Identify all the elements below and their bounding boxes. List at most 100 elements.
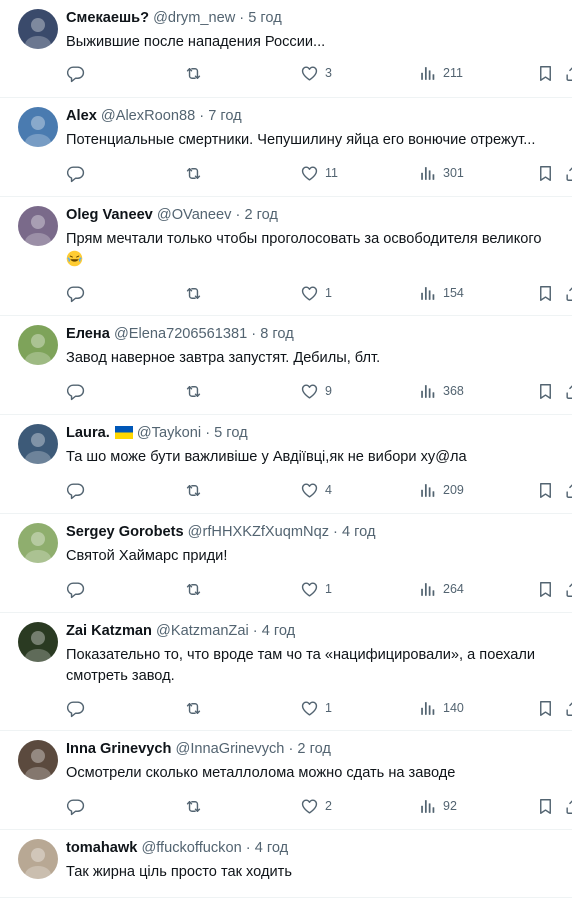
- reply-button[interactable]: [66, 380, 85, 402]
- share-button[interactable]: [564, 795, 572, 817]
- views-button[interactable]: 211: [418, 62, 463, 84]
- author-name[interactable]: Laura.: [66, 425, 110, 441]
- author-handle[interactable]: @ffuckoffuckon: [141, 840, 241, 856]
- timestamp[interactable]: 2 год: [297, 741, 330, 757]
- reply-item[interactable]: Alex @AlexRoon88 · 7 год Потенциальные см…: [0, 98, 572, 197]
- like-button[interactable]: 2: [300, 795, 332, 817]
- retweet-button[interactable]: [184, 578, 203, 600]
- like-button[interactable]: 1: [300, 697, 332, 719]
- timestamp[interactable]: 2 год: [244, 207, 277, 223]
- reply-button[interactable]: [66, 162, 85, 184]
- avatar[interactable]: [18, 622, 58, 662]
- retweet-button[interactable]: [184, 697, 203, 719]
- avatar[interactable]: [18, 206, 58, 246]
- author-handle[interactable]: @Taykoni: [137, 425, 201, 441]
- reply-item[interactable]: Смекаешь? @drym_new · 5 год Выжившие посл…: [0, 0, 572, 98]
- retweet-button[interactable]: [184, 479, 203, 501]
- share-button[interactable]: [564, 380, 572, 402]
- author-name[interactable]: tomahawk: [66, 840, 137, 856]
- author-handle[interactable]: @drym_new: [153, 10, 235, 26]
- avatar[interactable]: [18, 9, 58, 49]
- timestamp[interactable]: 5 год: [214, 425, 247, 441]
- timestamp[interactable]: 4 год: [342, 524, 375, 540]
- reply-item[interactable]: Oleg Vaneev @OVaneev · 2 год Прям мечтали…: [0, 197, 572, 316]
- reply-item[interactable]: Елена @Elena7206561381 · 8 год Завод наве…: [0, 316, 572, 415]
- author-handle[interactable]: @OVaneev: [157, 207, 232, 223]
- share-button[interactable]: [564, 282, 572, 304]
- share-button[interactable]: [564, 578, 572, 600]
- author-name[interactable]: Смекаешь?: [66, 10, 149, 26]
- author-handle[interactable]: @InnaGrinevych: [176, 741, 285, 757]
- author-name[interactable]: Inna Grinevych: [66, 741, 171, 757]
- retweet-button[interactable]: [184, 282, 203, 304]
- bookmark-button[interactable]: [536, 795, 555, 817]
- author-handle[interactable]: @AlexRoon88: [101, 108, 195, 124]
- author-handle[interactable]: @KatzmanZai: [156, 623, 249, 639]
- like-button[interactable]: 1: [300, 282, 332, 304]
- like-button[interactable]: 4: [300, 479, 332, 501]
- timestamp[interactable]: 5 год: [248, 10, 281, 26]
- reply-button[interactable]: [66, 62, 85, 84]
- views-button[interactable]: 209: [418, 479, 464, 501]
- avatar[interactable]: [18, 325, 58, 365]
- reply-header: Laura. @Taykoni · 5 год: [66, 423, 566, 443]
- author-name[interactable]: Zai Katzman: [66, 623, 152, 639]
- reply-item[interactable]: Inna Grinevych @InnaGrinevych · 2 год Осм…: [0, 731, 572, 830]
- rofl-emoji: [66, 250, 83, 267]
- share-button[interactable]: [564, 697, 572, 719]
- author-handle[interactable]: @rfHHXKZfXuqmNqz: [188, 524, 329, 540]
- reply-item[interactable]: Sergey Gorobets @rfHHXKZfXuqmNqz · 4 год…: [0, 514, 572, 613]
- reply-text: Показательно то, что вроде там чо та «на…: [66, 647, 536, 684]
- bookmark-button[interactable]: [536, 697, 555, 719]
- like-button[interactable]: 9: [300, 380, 332, 402]
- avatar[interactable]: [18, 424, 58, 464]
- avatar[interactable]: [18, 107, 58, 147]
- bookmark-button[interactable]: [536, 62, 555, 84]
- bookmark-button[interactable]: [536, 578, 555, 600]
- like-button[interactable]: 1: [300, 578, 332, 600]
- timestamp[interactable]: 8 год: [260, 326, 293, 342]
- avatar[interactable]: [18, 839, 58, 879]
- bookmark-button[interactable]: [536, 282, 555, 304]
- reply-button[interactable]: [66, 282, 85, 304]
- share-icon: [564, 284, 572, 303]
- retweet-button[interactable]: [184, 162, 203, 184]
- timestamp[interactable]: 7 год: [208, 108, 241, 124]
- bookmark-button[interactable]: [536, 380, 555, 402]
- avatar[interactable]: [18, 740, 58, 780]
- share-button[interactable]: [564, 162, 572, 184]
- views-button[interactable]: 154: [418, 282, 464, 304]
- author-name[interactable]: Sergey Gorobets: [66, 524, 184, 540]
- reply-item[interactable]: tomahawk @ffuckoffuckon · 4 год Так жирна…: [0, 830, 572, 898]
- author-name[interactable]: Oleg Vaneev: [66, 207, 153, 223]
- retweet-button[interactable]: [184, 62, 203, 84]
- reply-button[interactable]: [66, 795, 85, 817]
- author-handle[interactable]: @Elena7206561381: [114, 326, 247, 342]
- views-button[interactable]: 368: [418, 380, 464, 402]
- reply-item[interactable]: Zai Katzman @KatzmanZai · 4 год Показател…: [0, 613, 572, 731]
- timestamp[interactable]: 4 год: [262, 623, 295, 639]
- retweet-button[interactable]: [184, 380, 203, 402]
- bookmark-button[interactable]: [536, 162, 555, 184]
- separator-dot: ·: [195, 108, 209, 124]
- share-button[interactable]: [564, 479, 572, 501]
- reply-button[interactable]: [66, 578, 85, 600]
- reply-item[interactable]: Laura. @Taykoni · 5 год Та шо може бути в…: [0, 415, 572, 514]
- views-button[interactable]: 301: [418, 162, 464, 184]
- views-button[interactable]: 264: [418, 578, 464, 600]
- like-button[interactable]: 11: [300, 162, 338, 184]
- reply-button[interactable]: [66, 697, 85, 719]
- reply-button[interactable]: [66, 479, 85, 501]
- like-button[interactable]: 3: [300, 62, 332, 84]
- author-name[interactable]: Елена: [66, 326, 110, 342]
- retweet-button[interactable]: [184, 795, 203, 817]
- views-count: 209: [443, 483, 464, 497]
- views-button[interactable]: 140: [418, 697, 464, 719]
- views-button[interactable]: 92: [418, 795, 457, 817]
- author-name[interactable]: Alex: [66, 108, 97, 124]
- bookmark-button[interactable]: [536, 479, 555, 501]
- views-icon: [418, 164, 437, 183]
- avatar[interactable]: [18, 523, 58, 563]
- timestamp[interactable]: 4 год: [255, 840, 288, 856]
- share-button[interactable]: [564, 62, 572, 84]
